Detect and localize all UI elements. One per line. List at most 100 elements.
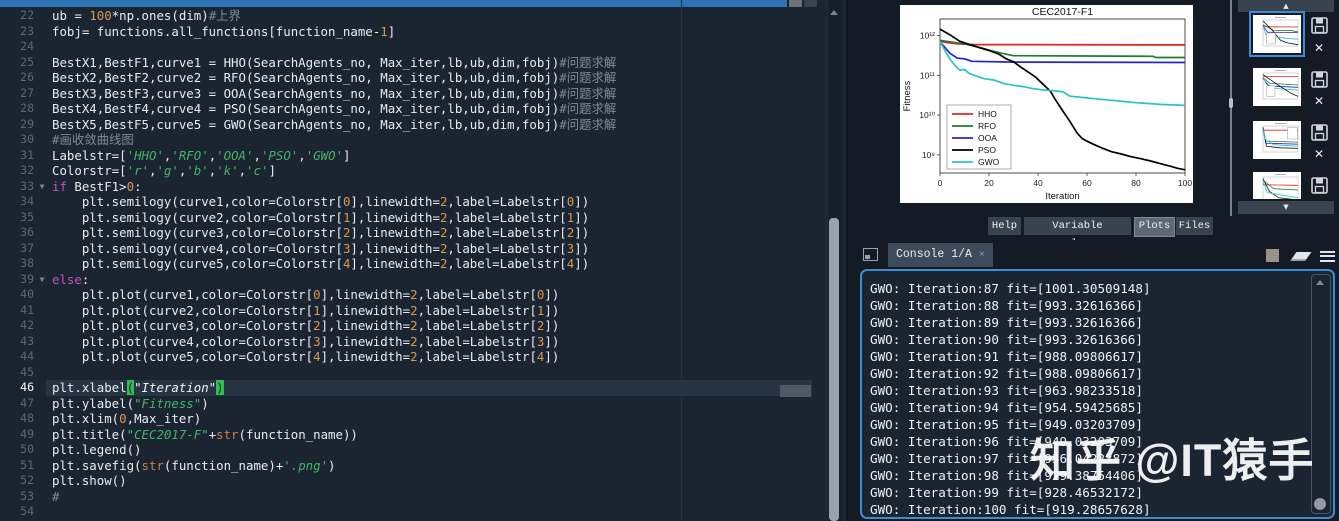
console-line: GWO: Iteration:90 fit=[993.32616366]	[870, 332, 1143, 347]
code-line[interactable]: 48 plt.xlim(0,Max_iter)	[0, 411, 846, 427]
code-line[interactable]: 25 BestX1,BestF1,curve1 = HHO(SearchAgent…	[0, 55, 846, 71]
plots-splitter[interactable]	[1230, 0, 1232, 216]
code-line[interactable]: 38 plt.semilogy(curve5,color=Colorstr[4]…	[0, 256, 846, 272]
code-line[interactable]: 43 plt.plot(curve4,color=Colorstr[3],lin…	[0, 334, 846, 350]
spyder-window: 22 ub = 100*np.ones(dim)#上界 23 fobj= functi…	[0, 0, 1339, 521]
plot-thumbnail[interactable]	[1249, 11, 1305, 57]
svg-text:80: 80	[1131, 178, 1141, 188]
code-line[interactable]: 36 plt.semilogy(curve3,color=Colorstr[2]…	[0, 225, 846, 241]
scrollflag-slider	[780, 385, 811, 397]
console-tab[interactable]: Console 1/A ×	[888, 243, 993, 267]
thumbnail-list: ▲ ✕ ✕ ✕ ▼	[1234, 0, 1339, 216]
code-line[interactable]: 49 plt.title("CEC2017-F"+str(function_nam…	[0, 427, 846, 443]
svg-text:10⁹: 10⁹	[922, 150, 935, 160]
console-line: GWO: Iteration:88 fit=[993.32616366]	[870, 298, 1143, 313]
svg-text:20: 20	[984, 178, 994, 188]
code-line[interactable]: 29 BestX5,BestF5,curve5 = GWO(SearchAgent…	[0, 117, 846, 133]
close-plot-icon[interactable]: ✕	[1312, 41, 1326, 55]
save-plot-icon[interactable]	[1311, 124, 1328, 141]
console-scroll-up-icon[interactable]	[1316, 280, 1324, 285]
code-line[interactable]: 34 plt.semilogy(curve1,color=Colorstr[0]…	[0, 194, 846, 210]
tab-plots[interactable]: Plots	[1134, 217, 1175, 237]
tab-files[interactable]: Files	[1176, 217, 1213, 235]
scrollbar-up-icon[interactable]	[830, 10, 838, 15]
code-line[interactable]: 45	[0, 365, 846, 381]
code-line[interactable]: 42 plt.plot(curve3,color=Colorstr[2],lin…	[0, 318, 846, 334]
svg-text:RFO: RFO	[978, 121, 996, 131]
save-plot-icon[interactable]	[1311, 17, 1328, 34]
stop-icon[interactable]	[1266, 249, 1279, 262]
console-line: GWO: Iteration:93 fit=[963.98233518]	[870, 383, 1143, 398]
code-line[interactable]: 35 plt.semilogy(curve2,color=Colorstr[1]…	[0, 210, 846, 226]
editor-scrollbar-thumb[interactable]	[829, 218, 839, 521]
svg-text:Iteration: Iteration	[1045, 191, 1079, 202]
code-line[interactable]: 33 ▼ if BestF1>0:	[0, 179, 846, 195]
console-line: GWO: Iteration:94 fit=[954.59425685]	[870, 400, 1143, 415]
code-line[interactable]: 53 #	[0, 489, 846, 505]
svg-text:40: 40	[1033, 178, 1043, 188]
svg-text:Fitness: Fitness	[902, 80, 913, 111]
code-line[interactable]: 50 plt.legend()	[0, 442, 846, 458]
code-line[interactable]: 46 plt.xlabel("Iteration")	[0, 380, 846, 396]
console-scrollbar-thumb[interactable]	[1314, 498, 1326, 510]
code-line[interactable]: 23 fobj= functions.all_functions[function…	[0, 24, 846, 40]
splitter-grip-icon	[1229, 98, 1233, 108]
code-line[interactable]: 39 ▼ else:	[0, 272, 846, 288]
save-plot-icon[interactable]	[1311, 71, 1328, 88]
console-line: GWO: Iteration:100 fit=[919.28657628]	[870, 502, 1151, 517]
eraser-icon[interactable]	[1291, 252, 1312, 259]
save-plot-icon[interactable]	[1311, 177, 1328, 194]
close-console-icon[interactable]: ×	[979, 250, 985, 261]
code-line[interactable]: 24	[0, 39, 846, 55]
code-line[interactable]: 28 BestX4,BestF4,curve4 = PSO(SearchAgent…	[0, 101, 846, 117]
svg-text:100: 100	[1178, 178, 1192, 188]
code-line[interactable]: 27 BestX3,BestF3,curve3 = OOA(SearchAgent…	[0, 86, 846, 102]
plot-thumbnail[interactable]	[1253, 172, 1301, 199]
close-plot-icon[interactable]: ✕	[1312, 94, 1326, 108]
code-line[interactable]: 37 plt.semilogy(curve4,color=Colorstr[3]…	[0, 241, 846, 257]
code-line[interactable]: 32 Colorstr=['r','g','b','k','c']	[0, 163, 846, 179]
editor-tab-strip	[0, 0, 787, 7]
svg-text:60: 60	[1082, 178, 1092, 188]
console-line: GWO: Iteration:87 fit=[1001.30509148]	[870, 281, 1151, 296]
options-menu-icon[interactable]	[1320, 248, 1335, 262]
console-line: GWO: Iteration:91 fit=[988.09806617]	[870, 349, 1143, 364]
thumbnails-scroll-up-button[interactable]: ▲	[1238, 0, 1334, 12]
code-editor[interactable]: 22 ub = 100*np.ones(dim)#上界 23 fobj= functi…	[0, 0, 846, 521]
browse-tabs-icon[interactable]	[863, 248, 878, 261]
code-line[interactable]: 26 BestX2,BestF2,curve2 = RFO(SearchAgent…	[0, 70, 846, 86]
convergence-chart: CEC2017-F1 0 20 40 60 80 100 10⁹ 10¹⁰ 10¹¹ 10¹² Ite…	[902, 6, 1192, 202]
code-line[interactable]: 22 ub = 100*np.ones(dim)#上界	[0, 8, 846, 24]
plot-thumbnail[interactable]	[1253, 68, 1301, 106]
svg-text:GWO: GWO	[978, 157, 1000, 167]
svg-text:HHO: HHO	[978, 109, 997, 119]
code-line[interactable]: 52 plt.show()	[0, 473, 846, 489]
code-line[interactable]: 54	[0, 504, 846, 520]
close-plot-icon[interactable]: ✕	[1312, 147, 1326, 161]
plot-figure: CEC2017-F1 0 20 40 60 80 100 10⁹ 10¹⁰ 10¹¹ 10¹² Ite…	[900, 5, 1193, 203]
svg-text:10¹²: 10¹²	[920, 31, 935, 41]
code-line[interactable]: 51 plt.savefig(str(function_name)+'.png')	[0, 458, 846, 474]
svg-text:OOA: OOA	[978, 133, 997, 143]
tab-scroll-left-button[interactable]	[789, 0, 802, 7]
console-line: GWO: Iteration:89 fit=[993.32616366]	[870, 315, 1143, 330]
code-line[interactable]: 40 plt.plot(curve1,color=Colorstr[0],lin…	[0, 287, 846, 303]
plots-pane: CEC2017-F1 0 20 40 60 80 100 10⁹ 10¹⁰ 10¹¹ 10¹² Ite…	[848, 0, 1339, 250]
svg-text:PSO: PSO	[978, 145, 996, 155]
tab-variable-explorer[interactable]: Variable explorer	[1024, 217, 1131, 250]
edge-line	[681, 0, 682, 521]
code-line[interactable]: 31 Labelstr=['HHO','RFO','OOA','PSO','GWO…	[0, 148, 846, 164]
tab-scroll-right-button[interactable]	[804, 0, 817, 7]
code-line[interactable]: 44 plt.plot(curve5,color=Colorstr[4],lin…	[0, 349, 846, 365]
code-line[interactable]: 30 #画收敛曲线图	[0, 132, 846, 148]
watermark: 知乎 @IT猿手	[1030, 435, 1315, 486]
code-line[interactable]: 47 plt.ylabel("Fitness")	[0, 396, 846, 412]
console-line: GWO: Iteration:92 fit=[988.09806617]	[870, 366, 1143, 381]
tab-help[interactable]: Help	[988, 217, 1021, 235]
svg-text:CEC2017-F1: CEC2017-F1	[1032, 6, 1093, 18]
code-line[interactable]: 41 plt.plot(curve2,color=Colorstr[1],lin…	[0, 303, 846, 319]
code-lines[interactable]: 22 ub = 100*np.ones(dim)#上界 23 fobj= functi…	[0, 8, 846, 520]
svg-text:10¹¹: 10¹¹	[920, 70, 935, 80]
thumbnails-scroll-down-button[interactable]: ▼	[1238, 201, 1334, 214]
plot-thumbnail[interactable]	[1253, 121, 1301, 159]
